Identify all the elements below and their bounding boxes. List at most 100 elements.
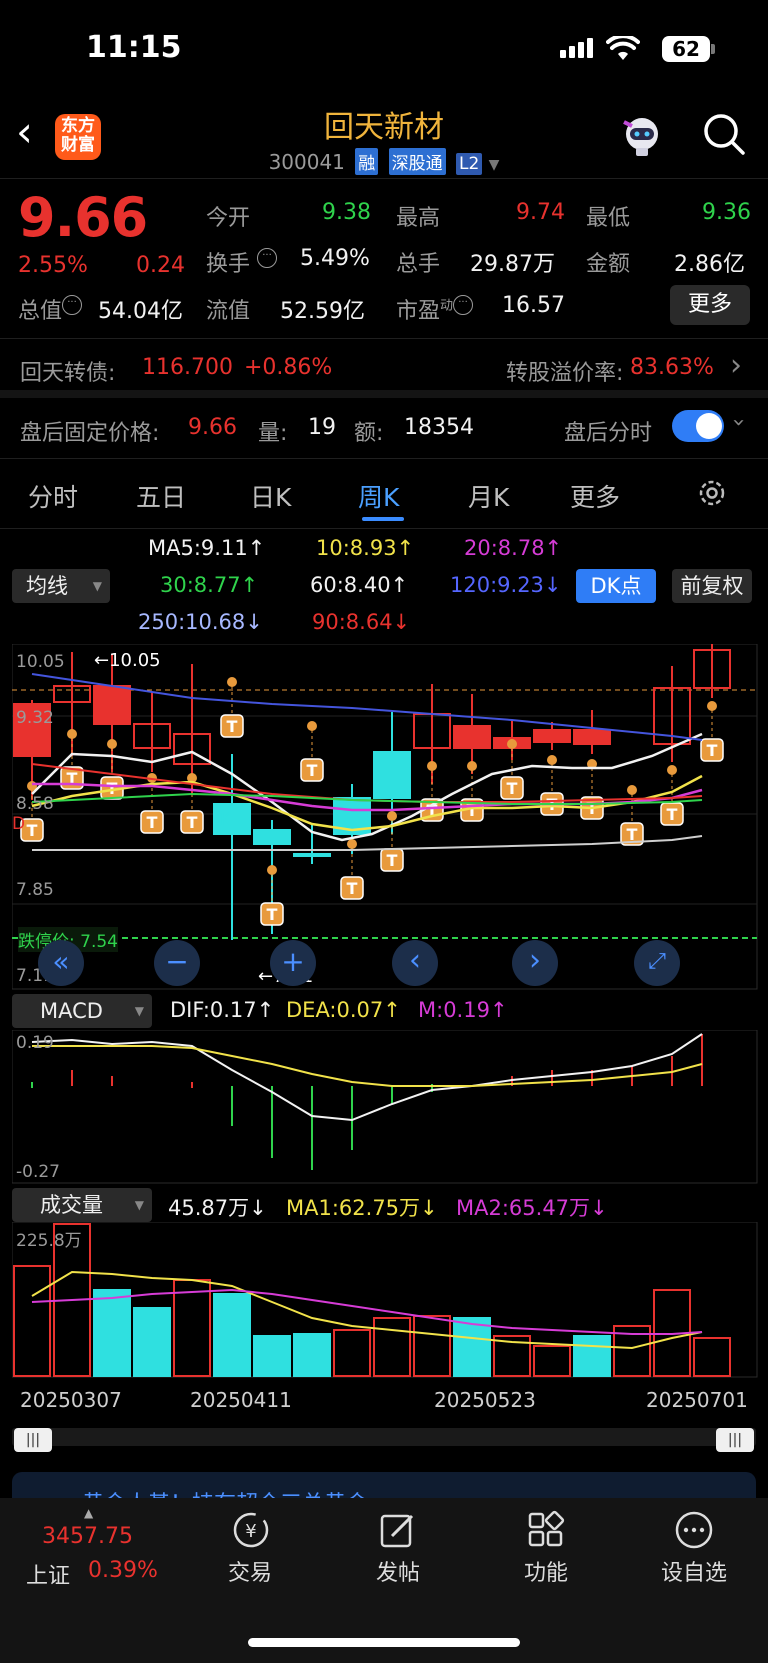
dk-dot [427,761,437,771]
t-marker: T [507,779,518,798]
tab-daily-k[interactable]: 日K [250,478,291,514]
scroll-left-fast-icon[interactable]: « [38,940,84,986]
volume-bar [213,1293,251,1377]
t-marker: T [307,761,318,780]
dk-dot [227,677,237,687]
high-label: 最高 [396,206,441,231]
info-icon[interactable]: ··· [453,295,474,315]
scroll-handle-left[interactable]: ||| [14,1428,52,1452]
zoom-in-icon[interactable]: + [270,940,316,986]
dk-dot [307,721,317,731]
pe-value: 16.57 [502,293,565,318]
date-label: 20250701 [646,1388,748,1412]
zoom-out-icon[interactable]: − [154,940,200,986]
chevron-right-icon[interactable]: › [730,348,742,383]
after-hours-amt: 18354 [404,415,474,440]
ma20-label: 20:8.78↑ [464,536,563,560]
index-change[interactable]: 0.39% [88,1558,158,1583]
volume-ma2: MA2:65.47万↓ [456,1196,608,1220]
svg-text:¥: ¥ [245,1521,256,1542]
wifi-icon [606,36,640,60]
tab-intraday[interactable]: 分时 [28,478,78,514]
ma30-label: 30:8.77↑ [160,573,259,597]
macd-chart[interactable] [12,1030,758,1184]
nav-functions[interactable]: 功能 [496,1555,596,1587]
nav-trade[interactable]: 交易 [200,1555,300,1587]
t-marker: T [227,717,238,736]
volume-bar [93,1289,131,1377]
search-icon[interactable] [702,112,746,156]
mktcap-label: 总值 ··· [18,293,83,325]
volume-bar [453,1317,491,1377]
t-marker: T [347,879,358,898]
info-icon[interactable]: ··· [62,295,83,315]
dk-dot [547,755,557,765]
info-icon[interactable]: ··· [257,248,278,268]
ma5-label: MA5:9.11↑ [148,536,266,560]
more-dots-icon[interactable] [674,1510,714,1550]
tag-stock-connect: 深股通 [388,148,446,175]
dk-dot [507,739,517,749]
ma90-label: 90:8.64↓ [312,610,411,634]
functions-icon[interactable] [526,1510,566,1550]
kline-chart[interactable]: TTTT TTTTTTT TTT TTTT [12,644,758,990]
dk-dot [707,701,717,711]
macd-selector[interactable]: MACD ▼ [12,994,152,1028]
low-label: 最低 [586,206,631,231]
mktcap-value: 54.04亿 [98,299,183,324]
volume-bar [413,1315,451,1377]
volume-selector[interactable]: 成交量 ▼ [12,1188,152,1222]
fullscreen-icon[interactable]: ⤢ [634,940,680,986]
tab-more[interactable]: 更多 [570,478,620,514]
index-name[interactable]: 上证 [26,1558,70,1590]
index-expand-icon[interactable]: ▲ [84,1506,93,1520]
settings-gear-icon[interactable] [696,477,728,509]
toggle-knob [696,413,722,439]
volume-value: 29.87万 [470,252,555,277]
open-label: 今开 [206,206,251,231]
ma10-label: 10:8.93↑ [316,536,415,560]
candle-body [93,685,131,725]
turnover-label: 换手 ··· [206,246,278,278]
pe-label: 市盈动 ··· [396,293,474,325]
bond-change: +0.86% [244,355,333,380]
volume-bar [173,1279,211,1377]
scroll-right-icon[interactable]: › [512,940,558,986]
dk-dot [467,761,477,771]
dk-dot [627,785,637,795]
kline-y-low: 7.85 [16,880,54,900]
after-hours-vol-label: 量: [258,421,288,446]
premium-value: 83.63% [630,355,714,380]
home-indicator[interactable] [248,1638,520,1647]
trade-icon[interactable]: ¥ [230,1510,272,1550]
candle-body [293,853,331,857]
post-icon[interactable] [378,1510,418,1550]
robot-assistant-icon[interactable] [618,112,666,158]
tab-five-day[interactable]: 五日 [136,478,186,514]
d-marker: D [12,814,26,834]
more-button[interactable]: 更多 [670,285,750,325]
nav-post[interactable]: 发帖 [348,1555,448,1587]
ma-selector[interactable]: 均线 ▼ [12,569,110,603]
tab-weekly-k[interactable]: 周K [358,478,399,514]
index-value[interactable]: 3457.75 [42,1524,133,1549]
t-marker: T [187,813,198,832]
float-value: 52.59亿 [280,299,365,324]
candle-body [253,829,291,845]
dk-dot [67,729,77,739]
volume-chart[interactable] [12,1222,758,1378]
macd-dea: DEA:0.07↑ [286,998,401,1022]
adjust-button[interactable]: 前复权 [672,569,752,603]
scroll-left-icon[interactable]: ‹ [392,940,438,986]
tab-monthly-k[interactable]: 月K [468,478,509,514]
chevron-down-icon[interactable]: › [726,418,751,427]
ma250-label: 250:10.68↓ [138,610,263,634]
battery-tip [711,44,715,54]
dk-point-button[interactable]: DK点 [576,569,656,603]
candle-body [573,729,611,745]
timeline-scrollbar[interactable] [12,1428,756,1446]
float-label: 流值 [206,299,251,324]
nav-customize-watchlist[interactable]: 设自选 [644,1555,744,1587]
scroll-handle-right[interactable]: ||| [716,1428,754,1452]
volume-current: 45.87万↓ [168,1196,267,1220]
